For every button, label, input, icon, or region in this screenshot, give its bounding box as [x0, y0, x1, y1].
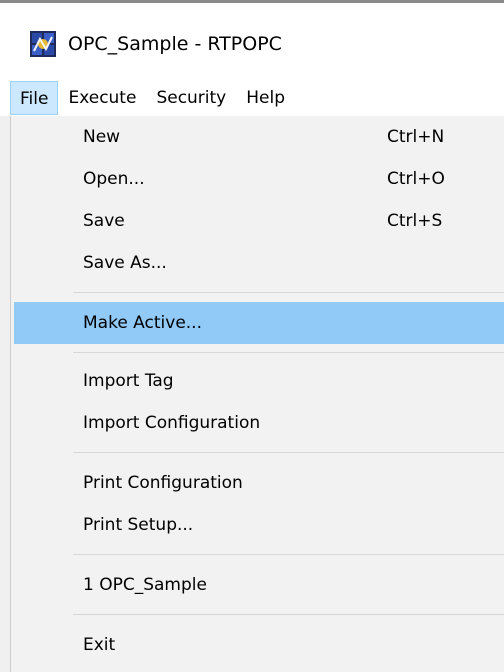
menu-security[interactable]: Security [146, 81, 236, 115]
menu-item-label: Make Active... [83, 313, 202, 333]
menu-item-print-configuration[interactable]: Print Configuration [11, 462, 504, 504]
menu-item-label: Exit [83, 635, 116, 655]
menu-item-label: Print Setup... [83, 515, 194, 535]
menu-item-label: Print Configuration [83, 473, 243, 493]
menu-item-exit[interactable]: Exit [11, 624, 504, 666]
menu-item-label: 1 OPC_Sample [83, 575, 207, 595]
menu-item-make-active[interactable]: Make Active... [14, 302, 504, 344]
menu-item-label: Open... [83, 169, 145, 189]
rtpopc-app-icon [30, 31, 56, 57]
menu-item-shortcut: Ctrl+O [387, 169, 445, 189]
application-window: OPC_Sample - RTPOPC File Execute Securit… [0, 0, 504, 672]
file-menu-dropdown: New Ctrl+N Open... Ctrl+O Save Ctrl+S Sa… [10, 116, 504, 672]
menu-item-label: Import Tag [83, 371, 174, 391]
window-title: OPC_Sample - RTPOPC [68, 33, 282, 55]
menu-item-label: Save [83, 211, 125, 231]
menu-separator [73, 292, 504, 293]
menu-item-shortcut: Ctrl+N [387, 127, 445, 147]
menu-item-import-configuration[interactable]: Import Configuration [11, 402, 504, 444]
menu-item-label: New [83, 127, 121, 147]
menu-bar: File Execute Security Help [0, 80, 504, 116]
menu-item-import-tag[interactable]: Import Tag [11, 360, 504, 402]
menu-item-new[interactable]: New Ctrl+N [11, 116, 504, 158]
menu-help[interactable]: Help [236, 81, 295, 115]
menu-separator [73, 614, 504, 615]
menu-separator [73, 352, 504, 353]
menu-item-recent-file-1[interactable]: 1 OPC_Sample [11, 564, 504, 606]
menu-execute[interactable]: Execute [58, 81, 146, 115]
menu-item-save-as[interactable]: Save As... [11, 242, 504, 284]
menu-item-print-setup[interactable]: Print Setup... [11, 504, 504, 546]
menu-file[interactable]: File [10, 81, 59, 115]
menu-item-label: Save As... [83, 253, 167, 273]
menu-item-open[interactable]: Open... Ctrl+O [11, 158, 504, 200]
menu-item-shortcut: Ctrl+S [387, 211, 443, 231]
title-bar[interactable]: OPC_Sample - RTPOPC [0, 0, 504, 80]
menu-separator [73, 554, 504, 555]
menu-item-save[interactable]: Save Ctrl+S [11, 200, 504, 242]
menu-separator [73, 452, 504, 453]
menu-item-label: Import Configuration [83, 413, 261, 433]
